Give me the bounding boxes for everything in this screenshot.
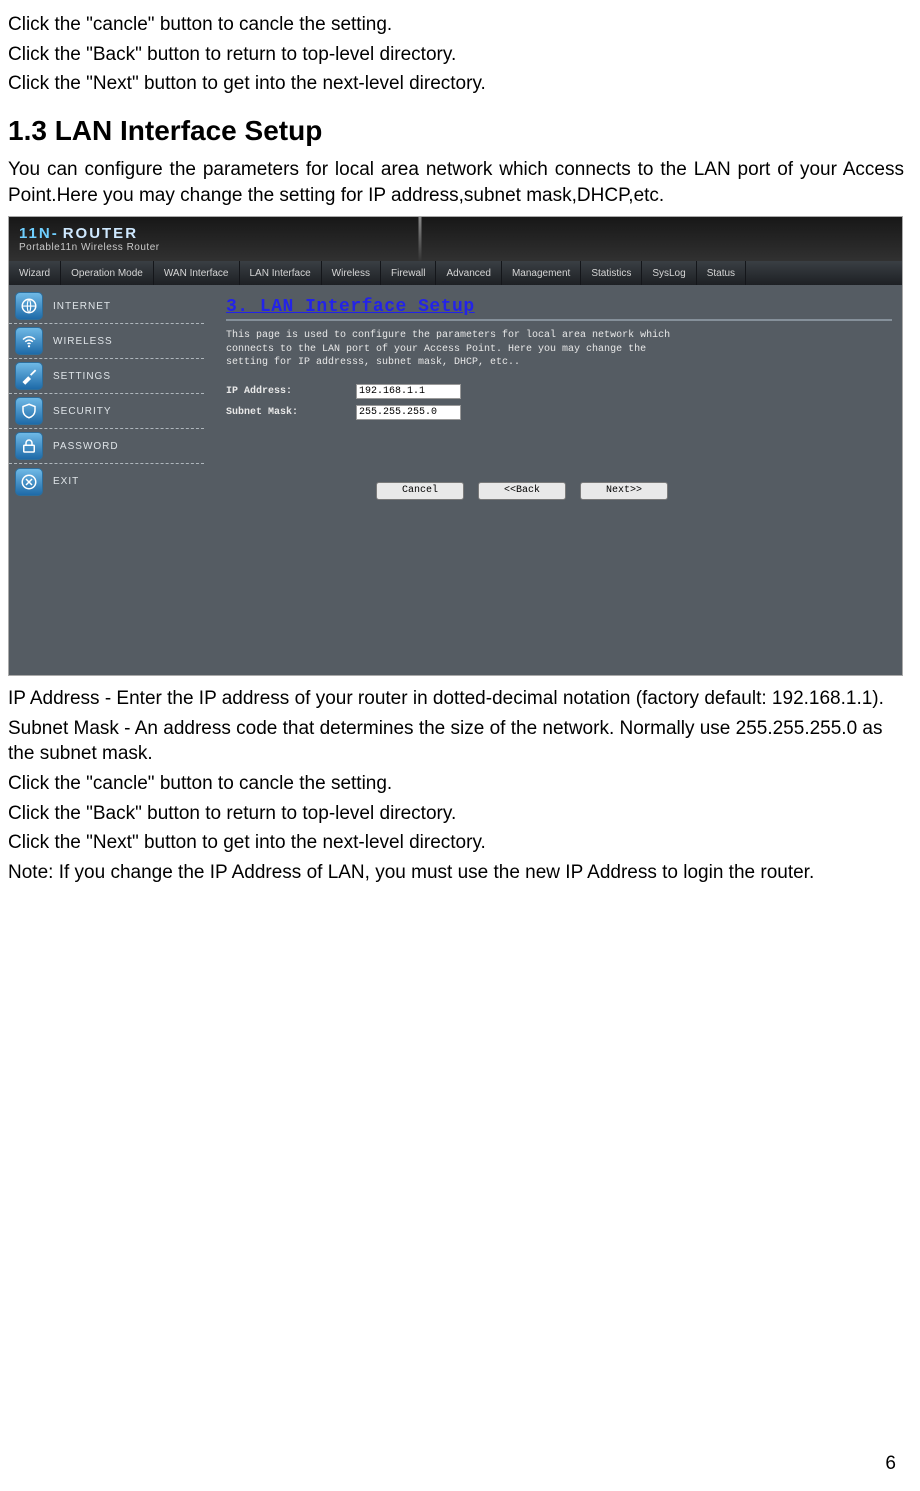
back-button[interactable]: <<Back xyxy=(478,482,566,500)
mask-label: Subnet Mask: xyxy=(226,407,356,418)
after-line-1: IP Address - Enter the IP address of you… xyxy=(8,686,904,712)
intro-line-3: Click the "Next" button to get into the … xyxy=(8,71,904,97)
sidebar-item-wireless[interactable]: WIRELESS xyxy=(9,324,204,359)
next-button[interactable]: Next>> xyxy=(580,482,668,500)
nav-wan-interface[interactable]: WAN Interface xyxy=(154,261,240,285)
panel-description: This page is used to configure the param… xyxy=(226,329,686,370)
shield-icon xyxy=(15,397,43,425)
sidebar-label: PASSWORD xyxy=(53,441,119,452)
nav-wireless[interactable]: Wireless xyxy=(322,261,381,285)
router-sidebar: INTERNET WIRELESS SETTINGS SECURITY PASS… xyxy=(9,285,204,676)
panel-divider xyxy=(226,319,892,321)
nav-firewall[interactable]: Firewall xyxy=(381,261,436,285)
panel-button-row: Cancel <<Back Next>> xyxy=(226,482,892,500)
sidebar-label: SETTINGS xyxy=(53,371,111,382)
brand-prefix: 11n- xyxy=(19,225,59,242)
wifi-icon xyxy=(15,327,43,355)
ip-label: IP Address: xyxy=(226,386,356,397)
nav-statistics[interactable]: Statistics xyxy=(581,261,642,285)
sidebar-item-password[interactable]: PASSWORD xyxy=(9,429,204,464)
nav-management[interactable]: Management xyxy=(502,261,581,285)
page-number: 6 xyxy=(885,1453,896,1475)
sidebar-item-exit[interactable]: EXIT xyxy=(9,464,204,499)
panel-title: 3. LAN Interface Setup xyxy=(226,297,892,317)
brand-suffix: ROUTER xyxy=(63,225,138,242)
form-row-mask: Subnet Mask: xyxy=(226,405,892,420)
nav-lan-interface[interactable]: LAN Interface xyxy=(240,261,322,285)
router-screenshot: 11n-ROUTER Portable11n Wireless Router W… xyxy=(8,216,903,676)
tools-icon xyxy=(15,362,43,390)
globe-icon xyxy=(15,292,43,320)
router-panel: 3. LAN Interface Setup This page is used… xyxy=(204,285,902,676)
sidebar-label: INTERNET xyxy=(53,301,111,312)
mask-input[interactable] xyxy=(356,405,461,420)
after-line-2: Subnet Mask - An address code that deter… xyxy=(8,716,904,767)
nav-operation-mode[interactable]: Operation Mode xyxy=(61,261,154,285)
nav-advanced[interactable]: Advanced xyxy=(436,261,501,285)
section-heading: 1.3 LAN Interface Setup xyxy=(8,115,904,147)
intro-line-2: Click the "Back" button to return to top… xyxy=(8,42,904,68)
nav-status[interactable]: Status xyxy=(697,261,746,285)
form-row-ip: IP Address: xyxy=(226,384,892,399)
antenna-graphic xyxy=(418,217,421,261)
after-line-4: Click the "Back" button to return to top… xyxy=(8,801,904,827)
nav-wizard[interactable]: Wizard xyxy=(9,261,61,285)
intro-line-1: Click the "cancle" button to cancle the … xyxy=(8,12,904,38)
sidebar-item-security[interactable]: SECURITY xyxy=(9,394,204,429)
ip-input[interactable] xyxy=(356,384,461,399)
sidebar-item-internet[interactable]: INTERNET xyxy=(9,289,204,324)
cancel-button[interactable]: Cancel xyxy=(376,482,464,500)
after-line-6: Note: If you change the IP Address of LA… xyxy=(8,860,904,886)
sidebar-label: EXIT xyxy=(53,476,79,487)
nav-syslog[interactable]: SysLog xyxy=(642,261,696,285)
close-icon xyxy=(15,468,43,496)
section-intro-para: You can configure the parameters for loc… xyxy=(8,157,904,208)
router-header: 11n-ROUTER Portable11n Wireless Router xyxy=(9,217,902,261)
after-line-5: Click the "Next" button to get into the … xyxy=(8,830,904,856)
sidebar-item-settings[interactable]: SETTINGS xyxy=(9,359,204,394)
router-brand: 11n-ROUTER Portable11n Wireless Router xyxy=(9,221,170,257)
after-line-3: Click the "cancle" button to cancle the … xyxy=(8,771,904,797)
topnav: Wizard Operation Mode WAN Interface LAN … xyxy=(9,261,902,285)
sidebar-label: WIRELESS xyxy=(53,336,113,347)
brand-sub: Portable11n Wireless Router xyxy=(19,242,160,253)
sidebar-label: SECURITY xyxy=(53,406,112,417)
lock-icon xyxy=(15,432,43,460)
